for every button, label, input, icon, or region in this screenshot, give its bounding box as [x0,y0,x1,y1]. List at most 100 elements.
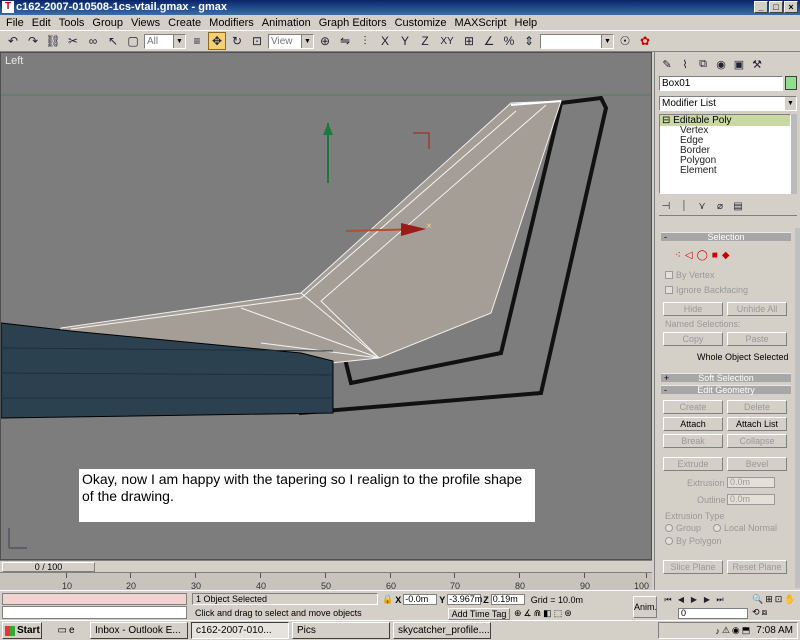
rectangle-region-icon[interactable]: ▢ [124,32,142,50]
viewport-label[interactable]: Left [5,55,23,67]
restrict-z-icon[interactable]: Z [416,32,434,50]
z-coordinate-field[interactable]: 0.19m [490,594,525,605]
tray-icon[interactable]: ⚠ [722,625,730,636]
quick-render-icon[interactable]: ✿ [636,32,654,50]
attach-list-button[interactable]: Attach List [727,417,787,431]
local-normal-radio[interactable]: Local Normal [713,523,777,533]
menu-group[interactable]: Group [88,17,127,29]
task-skycatcher[interactable]: skycatcher_profile.... [393,622,491,639]
command-panel-scrollbar[interactable] [795,228,800,588]
align-icon[interactable]: ⫶ [356,32,374,50]
ignore-backfacing-checkbox[interactable]: Ignore Backfacing [665,285,748,295]
maximize-button[interactable]: □ [769,1,783,13]
ie-icon[interactable]: e [69,625,75,636]
snap-pivot-icon[interactable]: ⊛ [564,608,572,619]
time-slider-thumb[interactable]: 0 / 100 [2,562,95,572]
menu-customize[interactable]: Customize [391,17,451,29]
outline-spinner[interactable]: 0.0m [727,494,775,505]
reference-coordinate-dropdown[interactable]: View [268,33,314,49]
bind-space-warp-icon[interactable]: ∞ [84,32,102,50]
mirror-icon[interactable]: ⇋ [336,32,354,50]
pin-stack-icon[interactable]: ⊣ [659,200,673,214]
restrict-xy-icon[interactable]: XY [436,32,458,50]
element-mode-icon[interactable]: ◆ [722,250,730,261]
angle-snap-status-icon[interactable]: ∡ [524,608,532,619]
snaps-icon[interactable]: ⊕ [514,608,522,619]
task-outlook[interactable]: Inbox - Outlook E... [90,622,188,639]
crossing-icon[interactable]: ⬚ [554,608,563,619]
configure-sets-icon[interactable]: ▤ [731,200,745,214]
menu-graph-editors[interactable]: Graph Editors [315,17,391,29]
menu-maxscript[interactable]: MAXScript [451,17,511,29]
link-icon[interactable]: ⛓ [44,32,62,50]
close-button[interactable]: × [784,1,798,13]
edit-geometry-rollout-header[interactable]: - Edit Geometry [661,385,791,395]
select-object-icon[interactable]: ↖ [104,32,122,50]
unhide-all-button[interactable]: Unhide All [727,302,787,316]
left-viewport[interactable]: × Left Okay, now I am happy with the tap… [0,52,652,560]
named-selection-dropdown[interactable] [540,33,614,49]
group-radio[interactable]: Group [665,523,701,533]
zoom-extents-icon[interactable]: ⊡ [775,594,783,605]
restrict-x-icon[interactable]: X [376,32,394,50]
hierarchy-tab-icon[interactable]: ⧉ [695,56,711,72]
edge-mode-icon[interactable]: ◁ [685,250,693,261]
angle-snap-icon[interactable]: ∠ [480,32,498,50]
task-pics[interactable]: Pics [292,622,390,639]
extrude-button[interactable]: Extrude [663,457,723,471]
maxscript-listener-mini[interactable] [2,593,187,605]
polygon-mode-icon[interactable]: ■ [712,250,718,261]
tray-icon[interactable]: ♪ [715,626,720,636]
make-unique-icon[interactable]: ⋎ [695,200,709,214]
desktop-icon[interactable]: ▭ [57,625,66,636]
task-gmax[interactable]: c162-2007-010... [191,622,289,639]
animate-button[interactable]: Anim. [633,596,657,618]
utilities-tab-icon[interactable]: ⚒ [749,56,765,72]
menu-modifiers[interactable]: Modifiers [205,17,258,29]
next-frame-icon[interactable]: ▶ [701,594,713,605]
restrict-y-icon[interactable]: Y [396,32,414,50]
magnet-icon[interactable]: ⋒ [534,608,542,619]
selection-rollout-header[interactable]: - Selection [661,232,791,242]
collapse-toggle-icon[interactable]: ⊟ [662,115,670,126]
time-slider-track[interactable]: 0 / 100 [0,560,652,572]
pivot-center-icon[interactable]: ⊕ [316,32,334,50]
redo-icon[interactable]: ↷ [24,32,42,50]
zoom-all-icon[interactable]: ⊞ [765,594,773,605]
tray-icon[interactable]: ◉ [732,625,740,636]
by-polygon-radio[interactable]: By Polygon [665,536,722,546]
menu-animation[interactable]: Animation [258,17,315,29]
by-vertex-checkbox[interactable]: By Vertex [665,270,715,280]
hide-button[interactable]: Hide [663,302,723,316]
stack-item-element[interactable]: Element [660,166,790,176]
track-bar[interactable]: 10 20 30 40 50 60 70 80 90 100 [0,572,652,591]
object-name-field[interactable]: Box01 [659,76,783,91]
modify-tab-icon[interactable]: ⌇ [677,56,693,72]
play-icon[interactable]: ▶ [688,594,700,605]
goto-start-icon[interactable]: ⏮ [662,594,674,605]
menu-file[interactable]: File [2,17,28,29]
spinner-snap-icon[interactable]: ⇕ [520,32,538,50]
menu-tools[interactable]: Tools [55,17,89,29]
remove-modifier-icon[interactable]: ⌀ [713,200,727,214]
menu-edit[interactable]: Edit [28,17,55,29]
create-button[interactable]: Create [663,400,723,414]
goto-end-icon[interactable]: ⏭ [714,594,726,605]
select-and-rotate-icon[interactable]: ↻ [228,32,246,50]
menu-views[interactable]: Views [127,17,164,29]
zoom-icon[interactable]: 🔍 [752,594,763,605]
select-by-name-icon[interactable]: ≡ [188,32,206,50]
current-frame-field[interactable]: 0 [678,608,748,619]
undo-icon[interactable]: ↶ [4,32,22,50]
pan-icon[interactable]: ✋ [784,594,795,605]
modifier-list-dropdown[interactable]: Modifier List [659,96,797,111]
object-color-swatch[interactable] [785,76,797,90]
copy-button[interactable]: Copy [663,332,723,346]
collapse-button[interactable]: Collapse [727,434,787,448]
maximize-viewport-icon[interactable]: ⧈ [762,607,768,618]
select-and-move-icon[interactable]: ✥ [208,32,226,50]
stack-scrollbar[interactable] [791,114,797,194]
menu-help[interactable]: Help [511,17,542,29]
clock[interactable]: 7:08 AM [756,625,793,636]
render-icon[interactable]: ☉ [616,32,634,50]
